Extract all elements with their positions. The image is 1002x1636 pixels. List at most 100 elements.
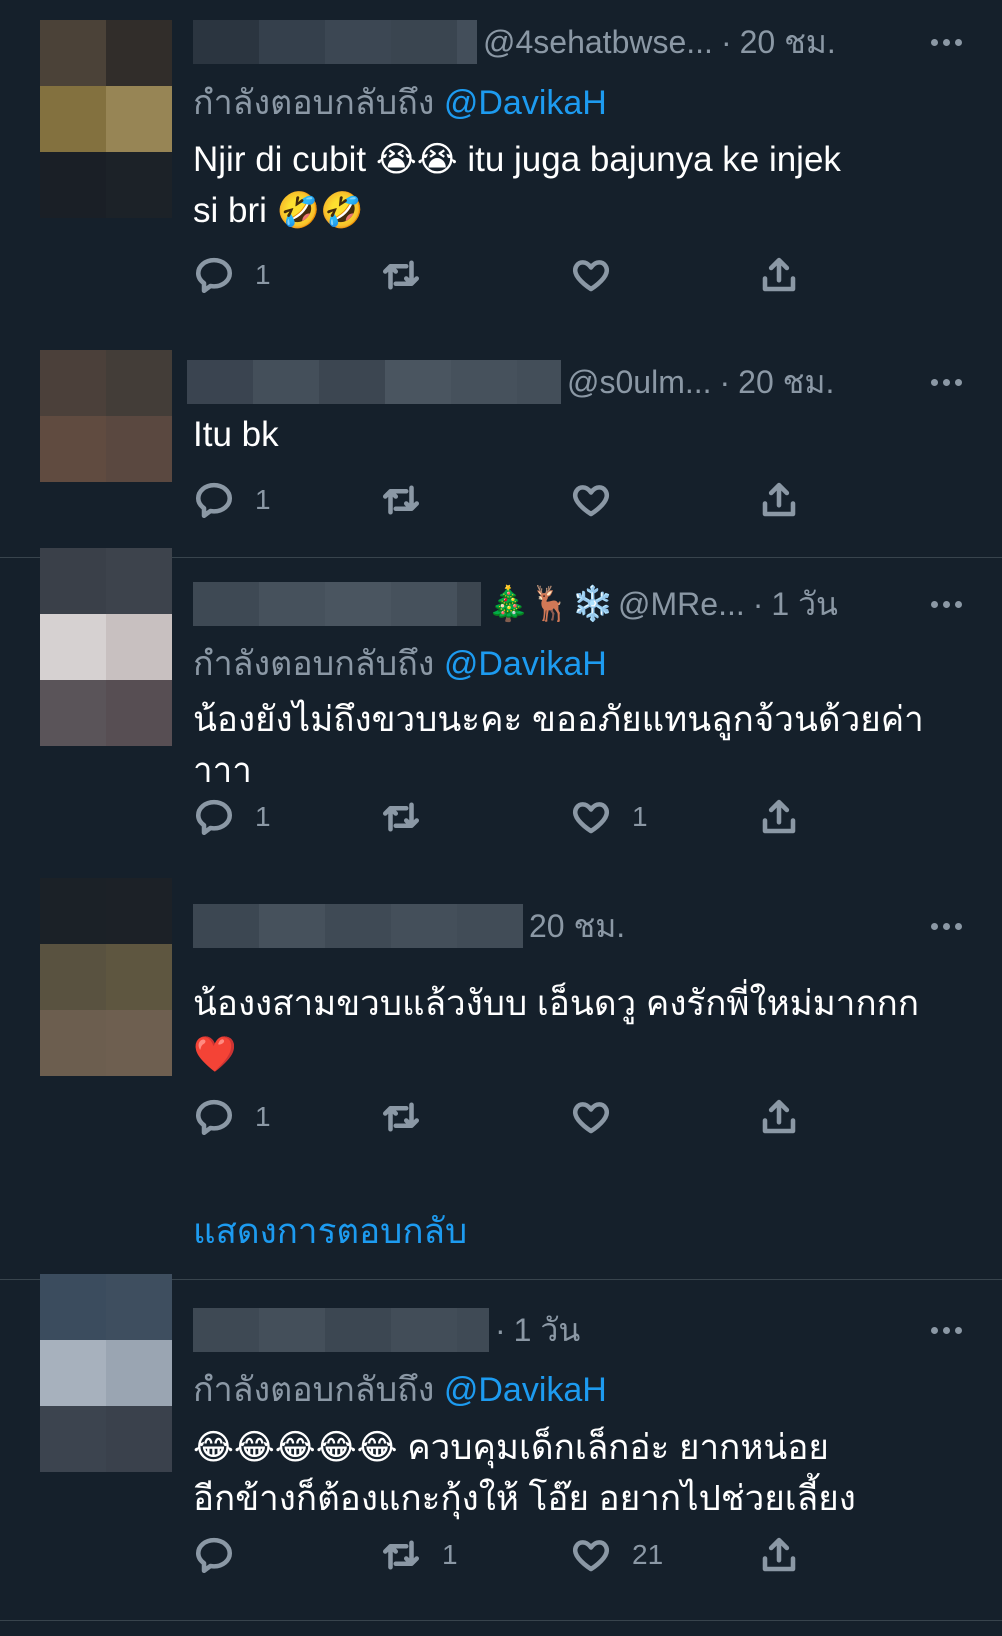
separator-dot: · bbox=[752, 585, 764, 622]
like-button[interactable] bbox=[570, 475, 632, 525]
tweet-text-line: 😂😂😂😂😂 ควบคุมเด็กเล็กอ่ะ ยากหน่อย bbox=[193, 1428, 829, 1467]
reply-button[interactable] bbox=[193, 1530, 255, 1580]
share-icon bbox=[762, 1537, 796, 1572]
timestamp[interactable]: 20 ชม. bbox=[738, 357, 834, 408]
reply-button[interactable]: 1 bbox=[193, 1092, 271, 1142]
reply-button[interactable]: 1 bbox=[193, 475, 271, 525]
reply-button[interactable]: 1 bbox=[193, 250, 271, 300]
tweet-actions: 1 1 bbox=[193, 792, 843, 842]
divider bbox=[0, 1620, 1002, 1621]
tweet-4[interactable]: 20 ชม. น้องงสามขวบแล้วงับบ เอ็นดวู คงรัก… bbox=[0, 878, 1002, 1278]
more-icon[interactable] bbox=[931, 582, 962, 626]
heart-icon bbox=[572, 802, 610, 834]
tweet-text-line: Itu bk bbox=[193, 415, 279, 454]
timestamp[interactable]: 20 ชม. bbox=[529, 901, 625, 952]
replying-to: กำลังตอบกลับถึง @DavikaH bbox=[193, 1362, 607, 1416]
tweet-text-line: น้องยังไม่ถึงขวบนะคะ ขออภัยแทนลูกจ้วนด้ว… bbox=[193, 700, 924, 739]
tweet-2[interactable]: @s0ulm... · 20 ชม. Itu bk 1 bbox=[0, 335, 1002, 557]
reply-count: 1 bbox=[255, 484, 271, 515]
tweet-text: น้องยังไม่ถึงขวบนะคะ ขออภัยแทนลูกจ้วนด้ว… bbox=[193, 694, 963, 796]
share-icon bbox=[762, 482, 796, 517]
mention-link[interactable]: @DavikaH bbox=[444, 645, 607, 683]
blurred-display-name bbox=[193, 582, 481, 626]
reply-button[interactable]: 1 bbox=[193, 792, 271, 842]
reply-count: 1 bbox=[255, 259, 271, 290]
tweet-5[interactable]: · 1 วัน กำลังตอบกลับถึง @DavikaH 😂😂😂😂😂 ค… bbox=[0, 1274, 1002, 1614]
mention-link[interactable]: @DavikaH bbox=[444, 84, 607, 122]
reply-icon bbox=[195, 1537, 233, 1574]
share-button[interactable] bbox=[758, 250, 800, 300]
tweet-actions: 1 21 bbox=[193, 1530, 843, 1580]
avatar[interactable] bbox=[40, 548, 172, 746]
avatar[interactable] bbox=[40, 350, 172, 482]
reply-icon bbox=[195, 799, 233, 836]
avatar[interactable] bbox=[40, 878, 172, 1076]
tweet-header: · 1 วัน bbox=[193, 1308, 962, 1352]
retweet-button[interactable] bbox=[380, 792, 442, 842]
tweet-actions: 1 bbox=[193, 475, 843, 525]
mention-link[interactable]: @DavikaH bbox=[444, 1371, 607, 1409]
more-icon[interactable] bbox=[931, 904, 962, 948]
retweet-icon bbox=[382, 485, 420, 515]
show-replies-link[interactable]: แสดงการตอบกลับ bbox=[193, 1204, 467, 1259]
replying-to: กำลังตอบกลับถึง @DavikaH bbox=[193, 75, 607, 129]
retweet-button[interactable] bbox=[380, 250, 442, 300]
avatar[interactable] bbox=[40, 1274, 172, 1472]
replying-to: กำลังตอบกลับถึง @DavikaH bbox=[193, 636, 607, 690]
reply-icon bbox=[195, 482, 233, 519]
blurred-display-name bbox=[193, 1308, 489, 1352]
tweet-header: @4sehatbwse... · 20 ชม. bbox=[193, 20, 962, 64]
timestamp[interactable]: 1 วัน bbox=[514, 1305, 581, 1356]
more-icon[interactable] bbox=[931, 20, 962, 64]
timestamp[interactable]: 20 ชม. bbox=[740, 17, 836, 68]
more-icon[interactable] bbox=[931, 360, 962, 404]
tweet-header: 20 ชม. bbox=[193, 904, 962, 948]
like-button[interactable]: 1 bbox=[570, 792, 648, 842]
reply-count: 1 bbox=[255, 801, 271, 832]
like-button[interactable]: 21 bbox=[570, 1530, 663, 1580]
heart-icon bbox=[572, 260, 610, 292]
replying-label: กำลังตอบกลับถึง bbox=[193, 84, 435, 122]
tweet-text-line: น้องงสามขวบแล้วงับบ เอ็นดวู คงรักพี่ใหม่… bbox=[193, 984, 920, 1023]
tweet-3[interactable]: 🎄🦌❄️ @MRe... · 1 วัน กำลังตอบกลับถึง @Da… bbox=[0, 548, 1002, 878]
like-button[interactable] bbox=[570, 250, 632, 300]
share-button[interactable] bbox=[758, 475, 800, 525]
share-button[interactable] bbox=[758, 792, 800, 842]
separator-dot: · bbox=[720, 23, 732, 60]
name-emoji: 🎄🦌❄️ bbox=[487, 585, 615, 623]
share-icon bbox=[762, 257, 796, 292]
share-button[interactable] bbox=[758, 1530, 800, 1580]
share-button[interactable] bbox=[758, 1092, 800, 1142]
tweet-actions: 1 bbox=[193, 1092, 843, 1142]
retweet-icon bbox=[382, 802, 420, 832]
blurred-display-name bbox=[193, 904, 523, 948]
tweet-text-line: าาา bbox=[193, 751, 252, 790]
retweet-button[interactable]: 1 bbox=[380, 1530, 458, 1580]
avatar[interactable] bbox=[40, 20, 172, 218]
tweet-text-line: Njir di cubit 😭😭 itu juga bajunya ke inj… bbox=[193, 140, 841, 179]
tweet-1[interactable]: @4sehatbwse... · 20 ชม. กำลังตอบกลับถึง … bbox=[0, 0, 1002, 335]
tweet-actions: 1 bbox=[193, 250, 843, 300]
tweet-text-line: ❤️ bbox=[193, 1035, 237, 1074]
separator-dot: · bbox=[495, 1311, 506, 1348]
like-button[interactable] bbox=[570, 1092, 632, 1142]
more-icon[interactable] bbox=[931, 1308, 962, 1352]
retweet-icon bbox=[382, 1540, 420, 1570]
share-icon bbox=[762, 1099, 796, 1134]
replying-label: กำลังตอบกลับถึง bbox=[193, 1371, 435, 1409]
user-handle[interactable]: @MRe... bbox=[618, 586, 745, 623]
user-handle[interactable]: @s0ulm... bbox=[567, 364, 712, 401]
retweet-icon bbox=[382, 1102, 420, 1132]
share-icon bbox=[762, 799, 796, 834]
user-handle[interactable]: @4sehatbwse... bbox=[483, 24, 713, 61]
like-count: 1 bbox=[632, 801, 648, 832]
heart-icon bbox=[572, 1102, 610, 1134]
reply-icon bbox=[195, 257, 233, 294]
retweet-button[interactable] bbox=[380, 1092, 442, 1142]
retweet-button[interactable] bbox=[380, 475, 442, 525]
blurred-display-name bbox=[193, 20, 477, 64]
tweet-header: 🎄🦌❄️ @MRe... · 1 วัน bbox=[193, 582, 962, 626]
retweet-icon bbox=[382, 260, 420, 290]
heart-icon bbox=[572, 485, 610, 517]
timestamp[interactable]: 1 วัน bbox=[771, 579, 838, 630]
